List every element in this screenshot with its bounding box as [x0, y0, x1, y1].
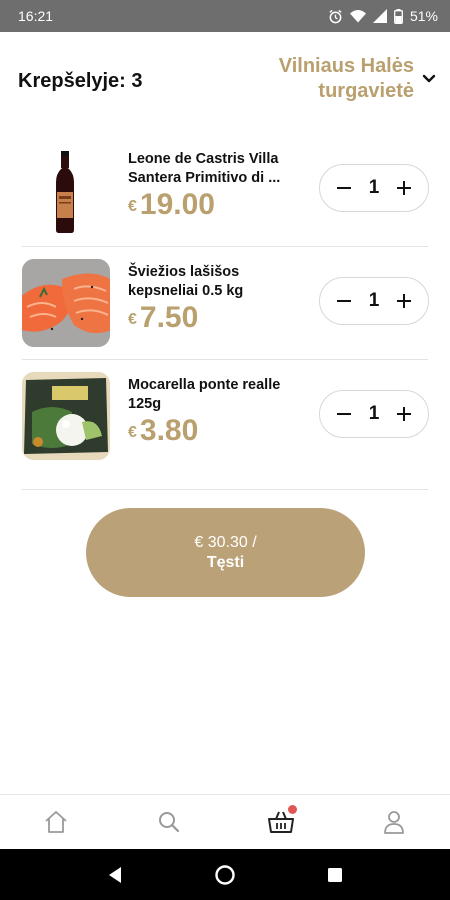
system-nav-bar	[0, 849, 450, 900]
decrease-button[interactable]	[334, 178, 354, 198]
cart-count-title: Krepšelyje: 3	[18, 70, 143, 92]
quantity-value: 1	[368, 177, 380, 198]
alarm-icon	[328, 9, 343, 24]
nav-basket[interactable]	[261, 802, 301, 842]
wifi-icon	[349, 9, 366, 23]
home-icon	[45, 811, 67, 833]
home-button[interactable]	[210, 860, 240, 890]
status-time: 16:21	[18, 8, 54, 24]
back-button[interactable]	[100, 860, 130, 890]
signal-icon	[372, 9, 387, 23]
chevron-down-icon	[422, 71, 436, 89]
quantity-stepper: 1	[319, 277, 429, 325]
item-name: Leone de Castris Villa Santera Primitivo…	[128, 151, 281, 186]
nav-search[interactable]	[149, 802, 189, 842]
salmon-steaks-image	[22, 259, 110, 347]
quantity-value: 1	[368, 403, 380, 424]
decrease-button[interactable]	[334, 291, 354, 311]
item-name: Šviežios lašišos kepsneliai 0.5 kg	[128, 264, 244, 299]
minus-icon	[337, 300, 351, 302]
item-divider	[22, 359, 428, 360]
checkout-label: Tęsti	[206, 553, 245, 571]
bottom-nav	[0, 794, 450, 849]
cart-item: Leone de Castris Villa Santera Primitivo…	[22, 144, 430, 244]
plus-icon	[396, 294, 411, 308]
battery-percent: 51%	[409, 8, 438, 24]
item-divider	[22, 246, 428, 247]
item-price: €7.50	[128, 301, 198, 335]
item-price-amount: 19.00	[139, 188, 215, 221]
nav-home[interactable]	[36, 802, 76, 842]
profile-icon	[383, 811, 404, 834]
market-name: Vilniaus Halės turgavietė	[278, 55, 414, 102]
recents-button[interactable]	[320, 860, 350, 890]
item-price: €3.80	[128, 414, 198, 448]
item-currency: €	[128, 198, 137, 215]
wine-bottle-image	[22, 146, 110, 234]
quantity-stepper: 1	[319, 164, 429, 212]
back-triangle-icon	[109, 866, 121, 883]
cart-badge	[288, 805, 298, 814]
cart-header: Krepšelyje: 3 Vilniaus Halės turgavietė	[0, 32, 450, 132]
plus-icon	[396, 407, 411, 421]
item-price-amount: 3.80	[139, 414, 199, 447]
increase-button[interactable]	[394, 178, 414, 198]
decrease-button[interactable]	[334, 404, 354, 424]
item-divider	[22, 489, 428, 490]
minus-icon	[337, 187, 351, 189]
plus-icon	[396, 181, 411, 195]
battery-icon	[394, 8, 403, 24]
quantity-value: 1	[368, 290, 380, 311]
status-bar: 16:21 51%	[0, 0, 450, 32]
status-icons: 51%	[328, 8, 438, 24]
item-currency: €	[128, 424, 137, 441]
item-price: €19.00	[128, 188, 215, 222]
nav-profile[interactable]	[374, 802, 414, 842]
quantity-stepper: 1	[319, 390, 429, 438]
recents-square-icon	[328, 867, 342, 882]
item-price-amount: 7.50	[139, 301, 199, 334]
checkout-total: € 30.30 /	[194, 533, 257, 551]
increase-button[interactable]	[394, 404, 414, 424]
item-currency: €	[128, 311, 137, 328]
home-circle-icon	[215, 864, 235, 885]
checkout-button[interactable]: € 30.30 / Tęsti	[86, 508, 365, 597]
item-name: Mocarella ponte realle 125g	[128, 377, 281, 412]
cart-item: Šviežios lašišos kepsneliai 0.5 kg €7.50…	[22, 257, 430, 357]
minus-icon	[337, 413, 351, 415]
increase-button[interactable]	[394, 291, 414, 311]
search-icon	[158, 812, 179, 833]
mozzarella-package-image	[22, 372, 110, 460]
market-selector[interactable]: Vilniaus Halės turgavietė	[244, 54, 436, 104]
cart-item: Mocarella ponte realle 125g €3.80 1	[22, 370, 430, 470]
